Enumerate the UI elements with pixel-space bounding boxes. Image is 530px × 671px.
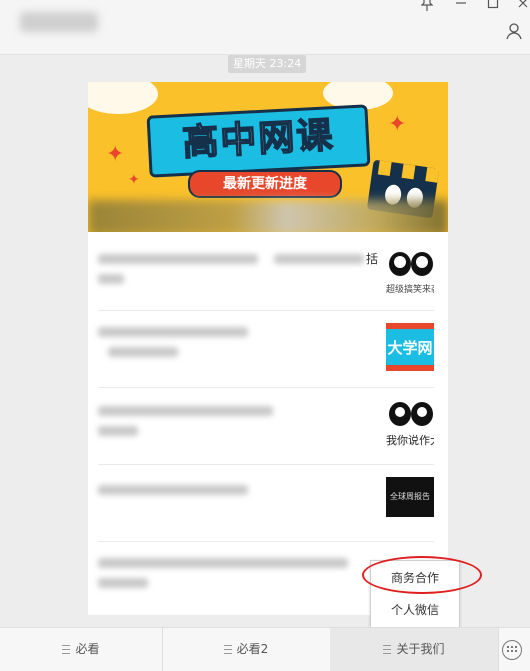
blurred-title [98,274,124,284]
thumbnail-caption: 全球周报告 [390,492,430,501]
article-card[interactable]: ✦ ✦ ✦ 高中网课 最新更新进度 括 超级搞笑来袭 大学网 [88,82,448,615]
article-item[interactable]: 括 超级搞笑来袭 [98,240,434,311]
bottom-menu-bar: 必看 必看2 关于我们 [0,627,530,671]
menu-lines-icon [383,645,392,654]
blurred-title [98,406,273,416]
banner-cloud [88,82,158,114]
menu-button-label: 必看 [75,642,100,656]
blurred-title [98,485,248,495]
menu-button-label: 关于我们 [396,642,445,656]
cover-banner[interactable]: ✦ ✦ ✦ 高中网课 最新更新进度 [88,82,448,232]
menu-item-personal-wechat[interactable]: 个人微信 [371,594,459,626]
blurred-title [98,426,138,436]
keyboard-icon[interactable] [502,640,522,660]
thumbnail-caption: 我你说作大 [386,434,434,447]
blurred-title [98,578,148,588]
menu-button-about-us[interactable]: 关于我们 [330,628,499,671]
menu-button-must-see[interactable]: 必看 [0,628,163,671]
maximize-icon[interactable] [484,0,502,13]
close-icon[interactable] [514,0,530,13]
blurred-title [98,558,348,568]
blurred-title [108,347,178,357]
blurred-headline [88,200,448,232]
article-thumbnail: 大学网 [386,323,434,371]
blurred-title [274,254,364,264]
minimize-icon[interactable] [452,0,470,13]
star-icon: ✦ [106,142,125,167]
thumbnail-caption: 大学网 [387,339,433,357]
article-item[interactable]: 我你说作大 [98,388,434,465]
menu-button-must-see-2[interactable]: 必看2 [162,628,331,671]
banner-title: 高中网课 [146,104,371,178]
article-thumbnail: 我你说作大 [386,400,434,448]
menu-button-label: 必看2 [236,642,269,656]
article-item[interactable]: 大学网 [98,311,434,388]
star-icon: ✦ [128,172,140,188]
thumbnail-caption: 超级搞笑来袭 [386,285,434,295]
menu-lines-icon [223,645,232,654]
article-title-tail: 括 [366,252,379,266]
highlight-annotation [362,556,482,594]
title-bar [0,0,530,55]
banner-subtitle: 最新更新进度 [188,170,342,198]
profile-icon[interactable] [506,22,524,40]
star-icon: ✦ [388,112,407,137]
pin-icon[interactable] [418,0,436,13]
blurred-title [98,327,248,337]
chat-title-blurred [20,12,98,32]
article-item[interactable]: 全球周报告 [98,465,434,542]
menu-lines-icon [62,645,71,654]
article-thumbnail: 超级搞笑来袭 [386,248,434,296]
message-timestamp: 星期天 23:24 [228,55,307,73]
article-thumbnail: 全球周报告 [386,477,434,517]
blurred-title [98,254,258,264]
